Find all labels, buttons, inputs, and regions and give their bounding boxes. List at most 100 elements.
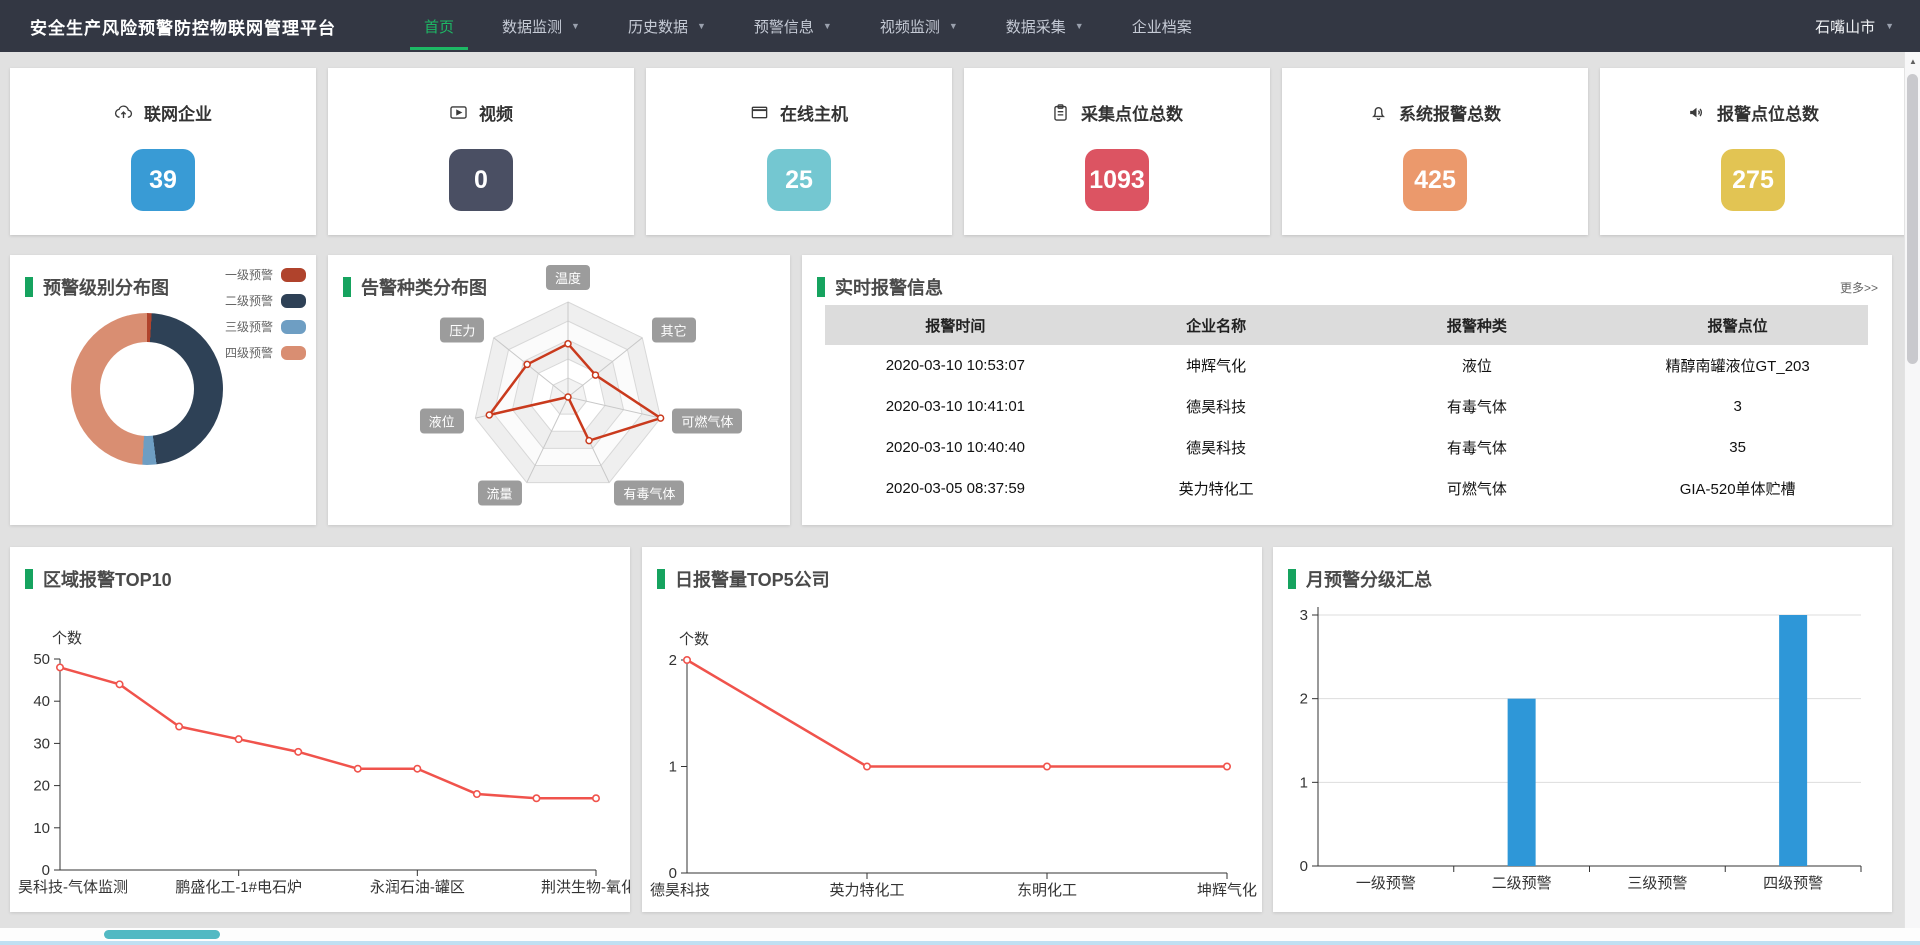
panel-warning-level-distribution: 预警级别分布图 一级预警二级预警三级预警四级预警 — [10, 255, 316, 525]
svg-text:50: 50 — [33, 651, 50, 668]
radar-axis-label-其它: 其它 — [652, 318, 696, 343]
menu-item-label: 历史数据 — [628, 16, 688, 37]
svg-text:2: 2 — [1300, 691, 1308, 708]
bell-icon-wrap — [1369, 103, 1388, 122]
menu-item-历史数据[interactable]: 历史数据▼ — [604, 0, 730, 52]
region-selector[interactable]: 石嘴山市 ▼ — [1815, 16, 1894, 37]
menu-item-视频监测[interactable]: 视频监测 ▼ — [856, 0, 982, 52]
video-icon — [449, 103, 468, 122]
bell-icon — [1369, 103, 1388, 122]
chevron-down-icon: ▼ — [823, 21, 832, 31]
table-header-row: 报警时间企业名称报警种类报警点位 — [825, 305, 1868, 345]
clipboard-icon-wrap — [1051, 103, 1070, 122]
svg-text:0: 0 — [669, 865, 677, 882]
table-cell: 可燃气体 — [1347, 478, 1608, 499]
cloud-upload-icon-wrap — [114, 103, 133, 122]
cloud-upload-icon — [114, 103, 133, 122]
svg-text:英力特化工: 英力特化工 — [829, 881, 904, 899]
stat-card-header: 报警点位总数 — [1687, 100, 1819, 125]
more-link[interactable]: 更多>> — [1840, 279, 1878, 296]
stat-card-label: 视频 — [479, 100, 513, 125]
svg-text:1: 1 — [669, 759, 677, 776]
menu-item-数据采集[interactable]: 数据采集 ▼ — [982, 0, 1108, 52]
stat-card-value: 0 — [449, 149, 513, 211]
menu-item-label: 数据监测 — [502, 16, 562, 37]
legend-swatch — [281, 268, 306, 282]
menu-item-label: 视频监测 — [880, 16, 940, 37]
vertical-scrollbar[interactable]: ▲ — [1904, 52, 1920, 928]
stat-card-header: 视频 — [449, 100, 513, 125]
panel-monthly-warning-summary: 月预警分级汇总 0123一级预警二级预警三级预警四级预警 — [1273, 547, 1892, 912]
region-label: 石嘴山市 — [1815, 16, 1875, 37]
menu-item-label: 数据采集 — [1006, 16, 1066, 37]
svg-text:2: 2 — [669, 652, 677, 669]
stat-card: 联网企业 39 — [10, 68, 316, 235]
stat-card-header: 采集点位总数 — [1051, 100, 1183, 125]
realtime-alarm-table: 报警时间企业名称报警种类报警点位 2020-03-10 10:53:07坤辉气化… — [825, 305, 1868, 509]
clipboard-icon — [1051, 103, 1070, 122]
table-cell: 2020-03-10 10:41:01 — [825, 398, 1086, 415]
table-cell: 有毒气体 — [1347, 437, 1608, 458]
menu-item-label: 首页 — [424, 16, 454, 37]
table-cell: 精醇南罐液位GT_203 — [1607, 355, 1868, 376]
panel-alarm-type-distribution: 告警种类分布图 温度其它可燃气体有毒气体流量液位压力 — [328, 255, 790, 525]
legend-label: 一级预警 — [225, 266, 273, 283]
app-title: 安全生产风险预警防控物联网管理平台 — [30, 14, 336, 39]
stat-card-value: 39 — [131, 149, 195, 211]
panel-title-text: 告警种类分布图 — [361, 274, 487, 300]
table-cell: 英力特化工 — [1086, 478, 1347, 499]
radar-axis-label-可燃气体: 可燃气体 — [672, 408, 742, 433]
stat-card-label: 联网企业 — [144, 100, 212, 125]
menu-item-label: 企业档案 — [1132, 16, 1192, 37]
legend-item-二级预警: 二级预警 — [225, 292, 306, 309]
legend-item-四级预警: 四级预警 — [225, 344, 306, 361]
legend-swatch — [281, 294, 306, 308]
table-body: 2020-03-10 10:53:07坤辉气化液位精醇南罐液位GT_203202… — [825, 345, 1868, 509]
warning-level-donut-chart — [71, 313, 223, 465]
table-row: 2020-03-05 08:37:59英力特化工可燃气体GIA-520单体贮槽 — [825, 468, 1868, 509]
svg-text:鹏盛化工-1#电石炉: 鹏盛化工-1#电石炉 — [175, 879, 302, 896]
horizontal-scroll-thumb[interactable] — [104, 930, 220, 939]
legend-swatch — [281, 346, 306, 360]
table-cell: 2020-03-05 08:37:59 — [825, 480, 1086, 497]
stat-card-header: 在线主机 — [750, 100, 848, 125]
legend-item-三级预警: 三级预警 — [225, 318, 306, 335]
menu-item-数据监测[interactable]: 数据监测▼ — [478, 0, 604, 52]
svg-text:东明化工: 东明化工 — [1017, 882, 1077, 899]
legend-item-一级预警: 一级预警 — [225, 266, 306, 283]
monitor-icon-wrap — [750, 103, 769, 122]
table-header-cell: 报警时间 — [825, 315, 1086, 336]
region-alarm-top10-chart: 个数01020304050昊科技-气体监测鹏盛化工-1#电石炉永润石油-罐区荆洪… — [10, 547, 630, 912]
table-cell: 2020-03-10 10:40:40 — [825, 439, 1086, 456]
legend-swatch — [281, 320, 306, 334]
svg-text:永润石油-罐区: 永润石油-罐区 — [370, 879, 465, 896]
title-marker — [25, 569, 33, 589]
panel-title: 日报警量TOP5公司 — [657, 566, 830, 592]
table-header-cell: 企业名称 — [1086, 315, 1347, 336]
stat-card: 系统报警总数425 — [1282, 68, 1588, 235]
pie-legend: 一级预警二级预警三级预警四级预警 — [225, 266, 306, 361]
chevron-down-icon: ▼ — [1885, 21, 1894, 31]
table-cell: 液位 — [1347, 355, 1608, 376]
svg-text:个数: 个数 — [52, 630, 82, 647]
svg-text:四级预警: 四级预警 — [1763, 875, 1823, 892]
chevron-down-icon: ▼ — [1075, 21, 1084, 31]
table-cell: 35 — [1607, 439, 1868, 456]
title-marker — [25, 277, 33, 297]
radar-axis-label-液位: 液位 — [420, 408, 464, 433]
svg-text:0: 0 — [1300, 858, 1308, 875]
scroll-up-arrow-icon[interactable]: ▲ — [1905, 57, 1920, 66]
top-navbar: 安全生产风险预警防控物联网管理平台 首页数据监测▼历史数据▼预警信息▼视频监测▼… — [0, 0, 1920, 52]
svg-text:坤辉气化: 坤辉气化 — [1197, 882, 1257, 899]
chevron-down-icon: ▼ — [949, 21, 958, 31]
menu-item-预警信息[interactable]: 预警信息▼ — [730, 0, 856, 52]
table-cell: 德昊科技 — [1086, 437, 1347, 458]
svg-text:30: 30 — [33, 735, 50, 752]
menu-item-首页[interactable]: 首页 — [400, 0, 478, 52]
panel-title-text: 区域报警TOP10 — [43, 566, 172, 592]
panel-realtime-alarms: 实时报警信息 更多>> 报警时间企业名称报警种类报警点位 2020-03-10 … — [802, 255, 1892, 525]
horizontal-scrollbar[interactable] — [0, 928, 1920, 941]
menu-item-企业档案[interactable]: 企业档案 — [1108, 0, 1216, 52]
vertical-scroll-thumb[interactable] — [1907, 74, 1918, 364]
svg-text:二级预警: 二级预警 — [1492, 875, 1552, 892]
